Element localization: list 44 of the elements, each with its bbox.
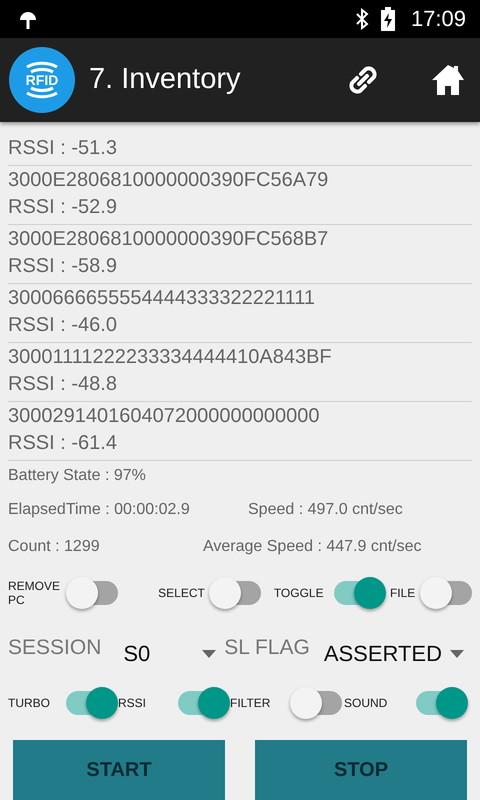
- toggle-switch[interactable]: [66, 576, 118, 610]
- home-icon[interactable]: [430, 62, 466, 97]
- toggle-switch[interactable]: [332, 576, 384, 610]
- toggle-switch[interactable]: [414, 686, 468, 720]
- speed: Speed : 497.0 cnt/sec: [248, 500, 403, 519]
- battery-state: Battery State : 97%: [8, 466, 146, 485]
- tag-epc: 3000291401604072000000000000: [8, 404, 320, 429]
- tag-rssi: RSSI : -51.3: [8, 136, 118, 161]
- tag-count: Count : 1299: [8, 538, 101, 556]
- average-speed: Average Speed : 447.9 cnt/sec: [203, 538, 422, 556]
- toggle-switch[interactable]: [64, 686, 118, 720]
- battery-charging-icon: [380, 6, 395, 31]
- tag-epc: 3000E2806810000000390FC56A79: [8, 168, 330, 193]
- switch-label: REMOVE PC: [8, 579, 62, 608]
- switch-label: TOGGLE: [274, 586, 325, 600]
- tag-epc: 30001111222233334444410A843BF: [8, 344, 333, 370]
- dropdown[interactable]: ASSERTED: [324, 629, 472, 668]
- toggle-switch[interactable]: [176, 686, 230, 720]
- tag-rssi: RSSI : -48.8: [8, 372, 118, 397]
- app-logo: RFID: [9, 46, 75, 113]
- tag-rssi: RSSI : -58.9: [8, 254, 118, 279]
- switch-label: RSSI: [118, 696, 148, 710]
- switch-label: SOUND: [344, 696, 388, 710]
- tag-rssi: RSSI : -52.9: [8, 194, 118, 220]
- elapsed-time: ElapsedTime : 00:00:02.9: [8, 500, 191, 519]
- switch-label: FILE: [390, 586, 416, 600]
- switch-label: FILTER: [230, 696, 272, 710]
- caret-icon: [202, 650, 216, 658]
- tag-epc: 3000666655554444333322221111: [8, 286, 316, 311]
- dropdown[interactable]: S0: [123, 629, 224, 668]
- toggle-switch[interactable]: [208, 576, 261, 610]
- spinner-label: SESSION: [8, 636, 102, 660]
- toggle-switch[interactable]: [290, 686, 344, 720]
- caret-icon: [450, 650, 464, 658]
- clock: 17:09: [410, 6, 466, 32]
- spinner-label: SL FLAG: [224, 636, 310, 660]
- switch-label: SELECT: [158, 586, 206, 600]
- tag-rssi: RSSI : -61.4: [8, 430, 118, 456]
- tag-epc: 3000E2806810000000390FC568B7: [8, 226, 330, 252]
- switch-label: TURBO: [8, 696, 51, 710]
- screen-title: 7. Inventory: [89, 63, 242, 96]
- toggle-switch[interactable]: [420, 576, 472, 610]
- tag-rssi: RSSI : -46.0: [8, 312, 118, 338]
- bluetooth-icon: [354, 8, 369, 30]
